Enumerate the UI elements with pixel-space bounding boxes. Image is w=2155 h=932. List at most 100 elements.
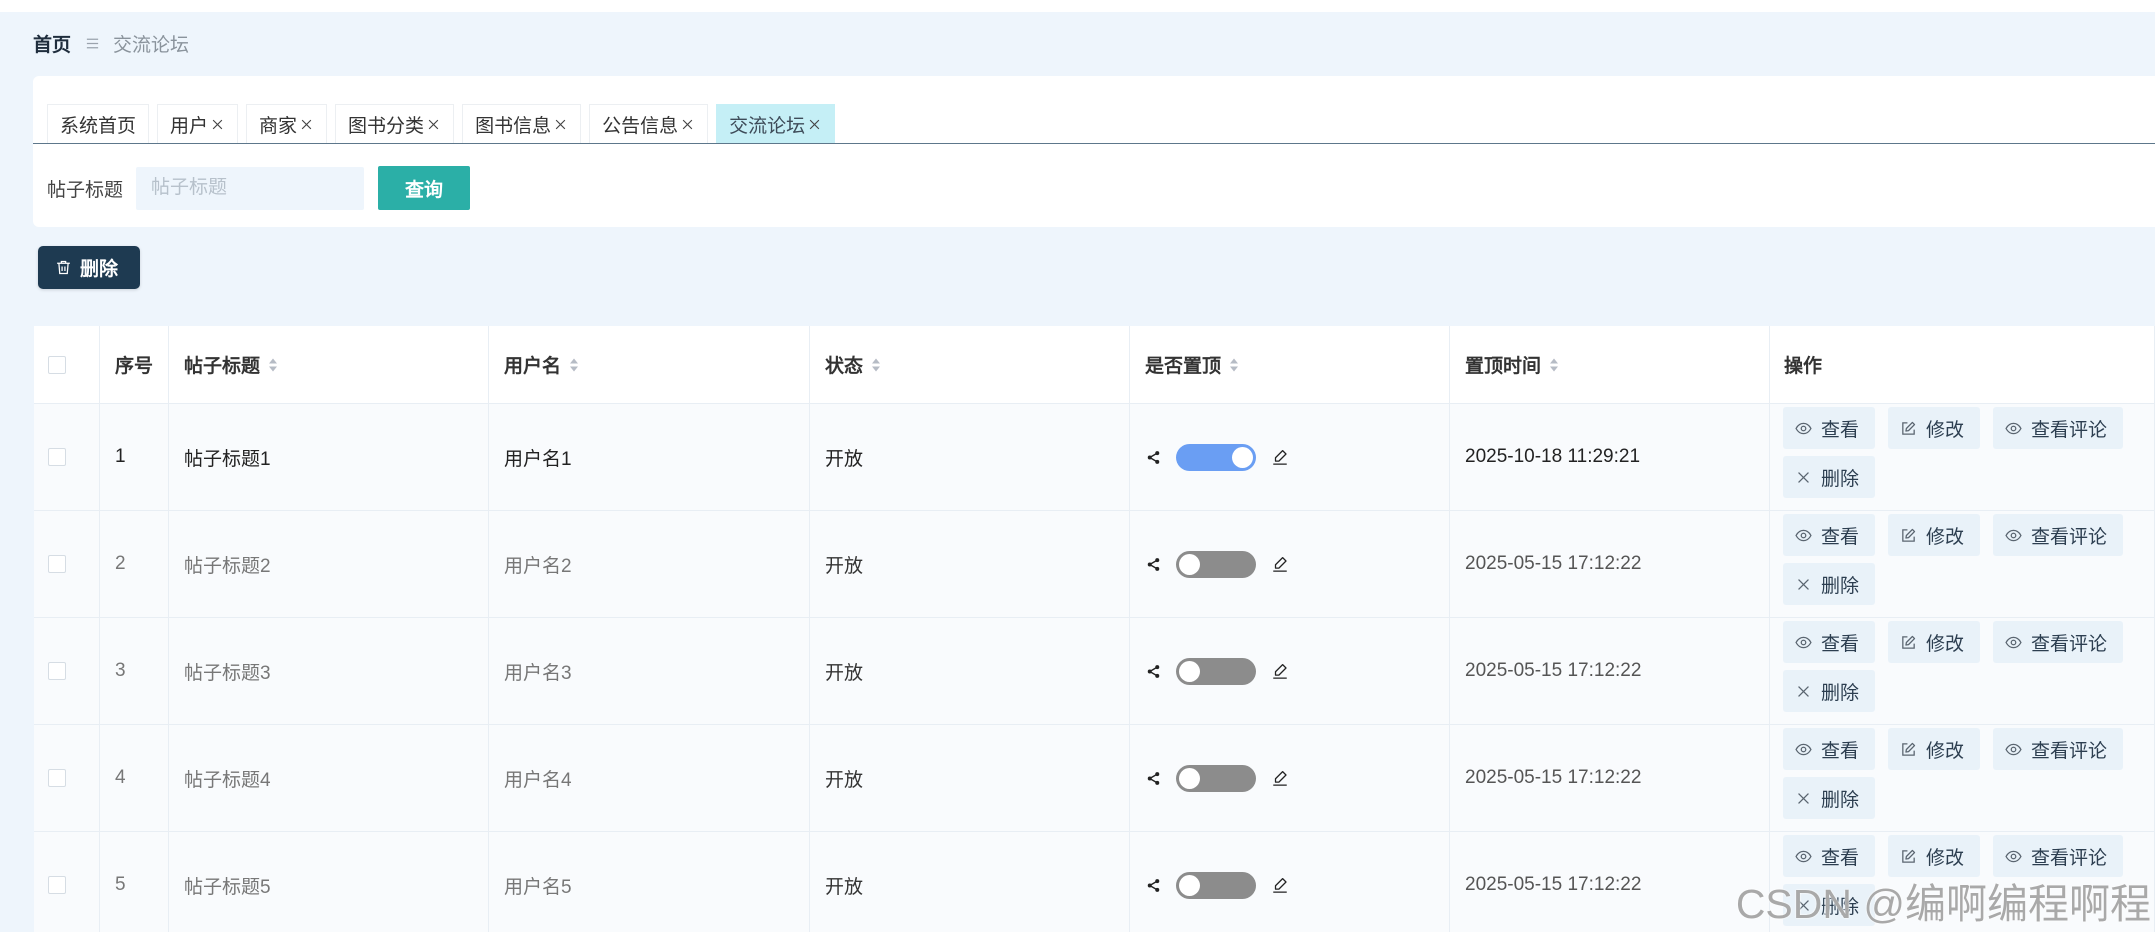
- pen-icon[interactable]: [1271, 662, 1289, 680]
- delete-row-button[interactable]: 删除: [1783, 777, 1876, 819]
- edit-button[interactable]: 修改: [1888, 514, 1981, 556]
- close-icon[interactable]: [426, 117, 441, 132]
- view-comments-button[interactable]: 查看评论: [1993, 621, 2124, 663]
- header-pinned[interactable]: 是否置顶: [1130, 326, 1450, 404]
- share-icon[interactable]: [1146, 771, 1161, 786]
- sort-icon[interactable]: [1229, 357, 1239, 373]
- sort-icon[interactable]: [569, 357, 579, 373]
- search-button[interactable]: 查询: [378, 166, 471, 210]
- tab-book-info[interactable]: 图书信息: [462, 104, 582, 143]
- cell-seq: 3: [100, 618, 169, 725]
- row-select-cell: [34, 832, 100, 932]
- header-pin-time[interactable]: 置顶时间: [1450, 326, 1770, 404]
- bulk-delete-label: 删除: [80, 259, 119, 280]
- view-button[interactable]: 查看: [1783, 728, 1876, 770]
- edit-button-label: 修改: [1926, 847, 1965, 869]
- row-checkbox[interactable]: [48, 769, 66, 787]
- tab-system-home[interactable]: 系统首页: [47, 104, 150, 143]
- edit-button[interactable]: 修改: [1888, 835, 1981, 877]
- row-checkbox[interactable]: [48, 662, 66, 680]
- tab-merchants[interactable]: 商家: [246, 104, 328, 143]
- delete-row-button[interactable]: 删除: [1783, 884, 1876, 926]
- header-status[interactable]: 状态: [810, 326, 1130, 404]
- view-button[interactable]: 查看: [1783, 514, 1876, 556]
- pen-icon[interactable]: [1271, 876, 1289, 894]
- pin-toggle[interactable]: [1176, 871, 1256, 899]
- bulk-delete-button[interactable]: 删除: [38, 246, 140, 289]
- sort-icon[interactable]: [871, 357, 881, 373]
- close-icon: [1795, 897, 1812, 914]
- view-button[interactable]: 查看: [1783, 407, 1876, 449]
- select-all-cell: [34, 326, 100, 404]
- cell-username: 用户名2: [489, 511, 810, 618]
- edit-icon: [1900, 527, 1917, 544]
- close-icon[interactable]: [553, 117, 568, 132]
- cell-username: 用户名3: [489, 618, 810, 725]
- cell-pin-time: 2025-05-15 17:12:22: [1450, 618, 1770, 725]
- edit-button[interactable]: 修改: [1888, 621, 1981, 663]
- cell-actions: 查看 修改 查看评论 删除: [1770, 511, 2155, 618]
- sort-icon[interactable]: [268, 357, 278, 373]
- pen-icon[interactable]: [1271, 769, 1289, 787]
- table-body: 1 帖子标题1 用户名1 开放 2025-10-18 11:29:21 查看 修…: [34, 404, 2155, 932]
- sort-icon[interactable]: [1549, 357, 1559, 373]
- toggle-knob: [1232, 446, 1253, 468]
- row-checkbox[interactable]: [48, 448, 66, 466]
- close-icon[interactable]: [299, 117, 314, 132]
- header-label: 序号: [115, 356, 154, 377]
- view-button[interactable]: 查看: [1783, 835, 1876, 877]
- tab-announcements[interactable]: 公告信息: [589, 104, 709, 143]
- view-comments-button[interactable]: 查看评论: [1993, 835, 2124, 877]
- cell-title: 帖子标题5: [169, 832, 489, 932]
- cell-pin-time: 2025-05-15 17:12:22: [1450, 832, 1770, 932]
- share-icon[interactable]: [1146, 664, 1161, 679]
- tab-label: 图书分类: [348, 115, 425, 137]
- close-icon[interactable]: [807, 117, 822, 132]
- delete-row-button[interactable]: 删除: [1783, 563, 1876, 605]
- close-icon[interactable]: [210, 117, 225, 132]
- header-title[interactable]: 帖子标题: [169, 326, 489, 404]
- view-comments-button[interactable]: 查看评论: [1993, 728, 2124, 770]
- select-all-checkbox[interactable]: [48, 355, 66, 374]
- row-checkbox[interactable]: [48, 876, 66, 894]
- menu-icon: [85, 36, 100, 51]
- toggle-knob: [1179, 767, 1200, 789]
- edit-button[interactable]: 修改: [1888, 728, 1981, 770]
- search-input[interactable]: [136, 166, 365, 210]
- breadcrumb-home[interactable]: 首页: [33, 30, 71, 57]
- view-button[interactable]: 查看: [1783, 621, 1876, 663]
- tab-label: 公告信息: [602, 115, 679, 137]
- delete-row-button[interactable]: 删除: [1783, 670, 1876, 712]
- view-comments-button[interactable]: 查看评论: [1993, 514, 2124, 556]
- tab-forum[interactable]: 交流论坛: [716, 104, 836, 143]
- pen-icon[interactable]: [1271, 555, 1289, 573]
- pin-toggle[interactable]: [1176, 550, 1256, 578]
- header-label: 状态: [825, 356, 864, 377]
- table-row: 2 帖子标题2 用户名2 开放 2025-05-15 17:12:22 查看 修…: [34, 511, 2155, 618]
- share-icon[interactable]: [1146, 878, 1161, 893]
- pin-toggle[interactable]: [1176, 657, 1256, 685]
- table-row: 3 帖子标题3 用户名3 开放 2025-05-15 17:12:22 查看 修…: [34, 618, 2155, 725]
- pen-icon[interactable]: [1271, 448, 1289, 466]
- tab-book-categories[interactable]: 图书分类: [335, 104, 455, 143]
- close-icon: [1795, 576, 1812, 593]
- share-icon[interactable]: [1146, 557, 1161, 572]
- cell-pin-time: 2025-10-18 11:29:21: [1450, 404, 1770, 511]
- tab-bar: 系统首页 用户 商家 图书分类 图书信息 公告信息 交流论坛: [33, 103, 2155, 144]
- pin-toggle[interactable]: [1176, 764, 1256, 792]
- delete-row-button[interactable]: 删除: [1783, 456, 1876, 498]
- pin-toggle[interactable]: [1176, 443, 1256, 471]
- delete-row-button-label: 删除: [1821, 575, 1860, 597]
- tab-users[interactable]: 用户: [157, 104, 239, 143]
- view-comments-button[interactable]: 查看评论: [1993, 407, 2124, 449]
- cell-actions: 查看 修改 查看评论 删除: [1770, 404, 2155, 511]
- close-icon[interactable]: [680, 117, 695, 132]
- header-username[interactable]: 用户名: [489, 326, 810, 404]
- edit-button[interactable]: 修改: [1888, 407, 1981, 449]
- cell-username: 用户名1: [489, 404, 810, 511]
- cell-pinned: [1130, 725, 1450, 832]
- share-icon[interactable]: [1146, 450, 1161, 465]
- cell-pinned: [1130, 832, 1450, 932]
- cell-username: 用户名5: [489, 832, 810, 932]
- row-checkbox[interactable]: [48, 555, 66, 573]
